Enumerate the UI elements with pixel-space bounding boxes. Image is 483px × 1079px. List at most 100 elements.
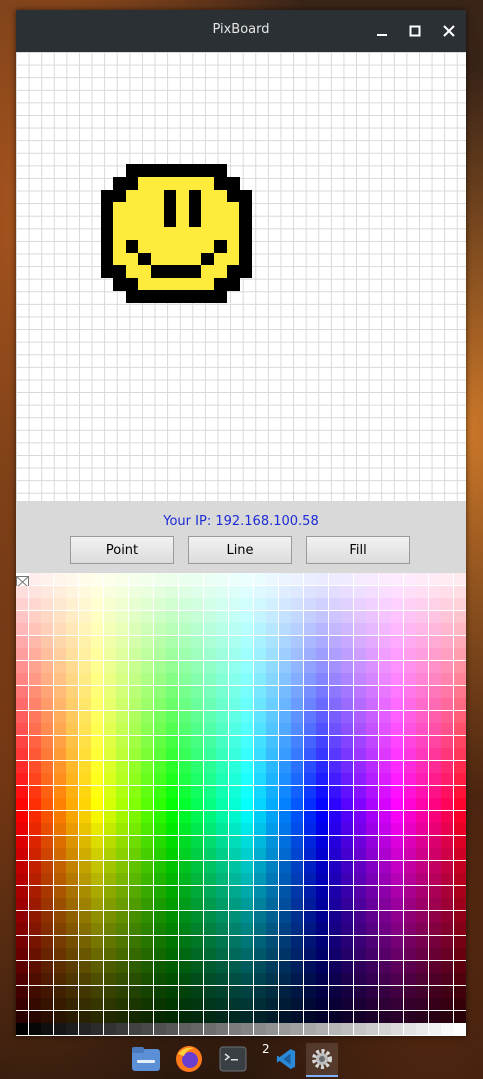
color-swatch[interactable] (391, 860, 404, 874)
color-swatch[interactable] (416, 610, 429, 624)
color-swatch[interactable] (53, 660, 67, 674)
color-swatch[interactable] (191, 648, 204, 662)
color-swatch[interactable] (53, 723, 67, 737)
color-swatch[interactable] (453, 960, 466, 974)
color-swatch[interactable] (178, 773, 192, 787)
color-swatch[interactable] (141, 910, 154, 924)
color-swatch[interactable] (78, 973, 92, 987)
color-swatch[interactable] (453, 585, 466, 599)
color-swatch[interactable] (303, 935, 317, 949)
color-swatch[interactable] (353, 748, 367, 762)
color-swatch[interactable] (228, 710, 242, 724)
color-swatch[interactable] (228, 898, 242, 912)
color-swatch[interactable] (303, 685, 317, 699)
color-swatch[interactable] (191, 898, 204, 912)
color-swatch[interactable] (216, 860, 229, 874)
color-swatch[interactable] (103, 598, 117, 612)
color-swatch[interactable] (328, 648, 342, 662)
color-swatch[interactable] (166, 760, 179, 774)
color-swatch[interactable] (316, 1023, 329, 1036)
color-swatch[interactable] (341, 735, 354, 749)
color-swatch[interactable] (428, 998, 442, 1012)
color-swatch[interactable] (441, 1010, 454, 1024)
color-swatch[interactable] (203, 823, 217, 837)
color-swatch[interactable] (328, 573, 342, 586)
color-swatch[interactable] (278, 785, 292, 799)
color-swatch[interactable] (341, 748, 354, 762)
color-swatch[interactable] (316, 785, 329, 799)
color-swatch[interactable] (291, 1010, 304, 1024)
color-swatch[interactable] (328, 598, 342, 612)
color-swatch[interactable] (291, 648, 304, 662)
color-swatch[interactable] (128, 648, 142, 662)
color-swatch[interactable] (278, 935, 292, 949)
color-swatch[interactable] (128, 973, 142, 987)
color-swatch[interactable] (353, 898, 367, 912)
color-swatch[interactable] (66, 685, 79, 699)
color-swatch[interactable] (103, 773, 117, 787)
color-swatch[interactable] (253, 635, 267, 649)
color-swatch[interactable] (78, 623, 92, 637)
color-swatch[interactable] (166, 923, 179, 937)
color-swatch[interactable] (228, 685, 242, 699)
color-swatch[interactable] (341, 685, 354, 699)
color-swatch[interactable] (291, 585, 304, 599)
color-swatch[interactable] (91, 610, 104, 624)
color-swatch[interactable] (253, 748, 267, 762)
color-swatch[interactable] (28, 610, 42, 624)
color-swatch[interactable] (116, 723, 129, 737)
color-swatch[interactable] (441, 1023, 454, 1036)
color-swatch[interactable] (78, 1023, 92, 1036)
color-swatch[interactable] (353, 810, 367, 824)
color-swatch[interactable] (91, 748, 104, 762)
color-swatch[interactable] (366, 810, 379, 824)
color-swatch[interactable] (166, 748, 179, 762)
color-swatch[interactable] (166, 848, 179, 862)
color-swatch[interactable] (178, 1023, 192, 1036)
color-swatch[interactable] (41, 685, 54, 699)
color-swatch[interactable] (178, 985, 192, 999)
color-swatch[interactable] (291, 823, 304, 837)
settings-icon[interactable] (306, 1043, 338, 1077)
color-swatch[interactable] (428, 785, 442, 799)
color-swatch[interactable] (303, 998, 317, 1012)
color-swatch[interactable] (228, 673, 242, 687)
color-swatch[interactable] (253, 698, 267, 712)
color-swatch[interactable] (41, 598, 54, 612)
color-swatch[interactable] (203, 998, 217, 1012)
color-swatch[interactable] (203, 885, 217, 899)
color-swatch[interactable] (403, 873, 417, 887)
color-swatch[interactable] (403, 960, 417, 974)
color-swatch[interactable] (103, 785, 117, 799)
color-swatch[interactable] (141, 673, 154, 687)
color-swatch[interactable] (341, 823, 354, 837)
color-swatch[interactable] (241, 623, 254, 637)
color-swatch[interactable] (241, 660, 254, 674)
color-swatch[interactable] (178, 623, 192, 637)
color-swatch[interactable] (253, 885, 267, 899)
color-swatch[interactable] (141, 998, 154, 1012)
color-swatch[interactable] (103, 1010, 117, 1024)
color-swatch[interactable] (453, 573, 466, 586)
color-swatch[interactable] (91, 660, 104, 674)
color-swatch[interactable] (78, 923, 92, 937)
color-swatch[interactable] (353, 910, 367, 924)
color-swatch[interactable] (166, 960, 179, 974)
color-swatch[interactable] (91, 573, 104, 586)
color-swatch[interactable] (41, 723, 54, 737)
color-swatch[interactable] (28, 910, 42, 924)
color-swatch[interactable] (91, 1010, 104, 1024)
terminal-icon[interactable] (218, 1044, 248, 1074)
color-swatch[interactable] (428, 960, 442, 974)
color-swatch[interactable] (78, 773, 92, 787)
color-swatch[interactable] (53, 598, 67, 612)
color-swatch[interactable] (91, 623, 104, 637)
color-swatch[interactable] (53, 785, 67, 799)
color-swatch[interactable] (278, 823, 292, 837)
color-swatch[interactable] (278, 810, 292, 824)
color-swatch[interactable] (16, 823, 29, 837)
color-swatch[interactable] (166, 735, 179, 749)
color-swatch[interactable] (191, 585, 204, 599)
color-swatch[interactable] (16, 923, 29, 937)
color-swatch[interactable] (178, 810, 192, 824)
